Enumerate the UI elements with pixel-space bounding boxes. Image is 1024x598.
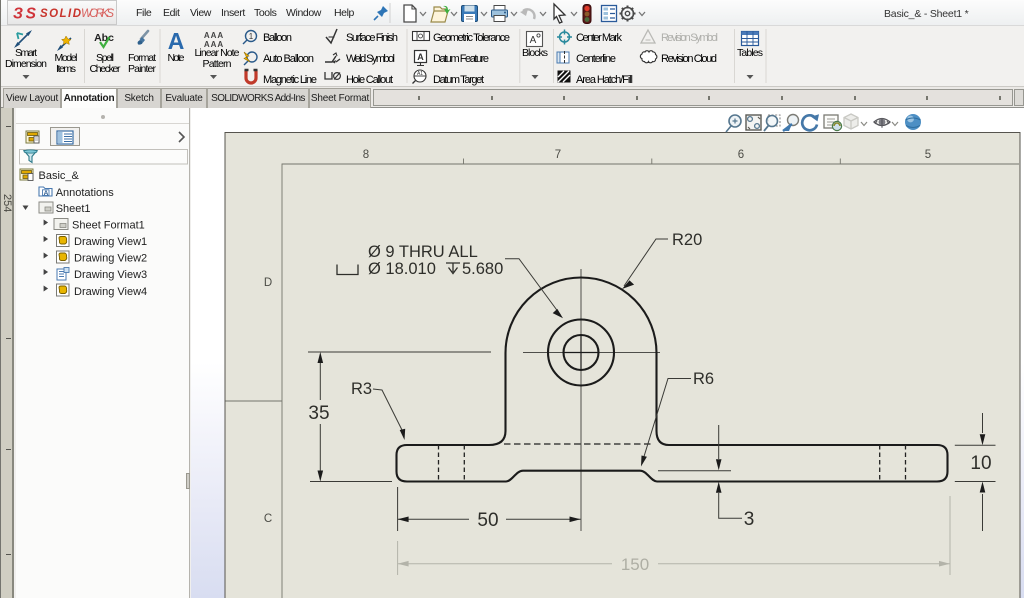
svg-text:ЗS: ЗS: [13, 6, 37, 23]
svg-text:Note: Note: [168, 52, 185, 64]
svg-text:A: A: [417, 52, 424, 62]
svg-text:Datum Target: Datum Target: [433, 74, 484, 86]
svg-text:A: A: [530, 35, 537, 46]
svg-text:Center Mark: Center Mark: [576, 32, 623, 44]
svg-text:Magnetic Line: Magnetic Line: [263, 74, 317, 86]
svg-text:D: D: [264, 277, 272, 289]
svg-text:Centerline: Centerline: [576, 53, 616, 65]
svg-text:3: 3: [744, 509, 755, 530]
svg-text:Drawing View4: Drawing View4: [74, 286, 147, 298]
svg-text:Drawing View2: Drawing View2: [74, 253, 147, 265]
svg-text:Sheet1: Sheet1: [56, 203, 91, 215]
svg-text:Revision Cloud: Revision Cloud: [661, 53, 717, 65]
svg-text:A: A: [44, 190, 49, 197]
svg-text:Auto Balloon: Auto Balloon: [263, 53, 314, 65]
svg-text:A: A: [168, 28, 185, 54]
svg-text:Sheet Format1: Sheet Format1: [72, 220, 145, 232]
svg-text:Revision Symbol: Revision Symbol: [661, 32, 718, 44]
svg-text:Drawing View1: Drawing View1: [74, 236, 147, 248]
svg-text:Abc: Abc: [94, 32, 114, 44]
svg-text:1: 1: [249, 32, 254, 41]
svg-text:Geometric Tolerance: Geometric Tolerance: [433, 32, 510, 44]
svg-text:C: C: [264, 513, 272, 525]
svg-text:A1: A1: [417, 71, 423, 77]
svg-text:35: 35: [308, 403, 329, 424]
svg-text:Dimension: Dimension: [5, 58, 47, 70]
svg-text:Hole Callout: Hole Callout: [346, 74, 393, 86]
svg-text:Weld Symbol: Weld Symbol: [346, 53, 395, 65]
svg-text:Pattern: Pattern: [203, 58, 232, 70]
svg-text:Basic_&: Basic_&: [39, 170, 80, 182]
svg-text:Surface Finish: Surface Finish: [346, 32, 398, 44]
svg-text:SOLID: SOLID: [40, 8, 81, 20]
svg-text:Balloon: Balloon: [263, 32, 292, 44]
svg-text:Area Hatch/Fill: Area Hatch/Fill: [576, 74, 633, 86]
svg-text:R6: R6: [693, 370, 714, 388]
svg-text:Ø 18.010: Ø 18.010: [368, 260, 436, 278]
svg-text:Datum Feature: Datum Feature: [433, 53, 489, 65]
svg-text:7: 7: [555, 149, 561, 161]
svg-text:WORKS: WORKS: [81, 8, 114, 20]
svg-text:AAA: AAA: [204, 31, 224, 40]
svg-text:10: 10: [970, 453, 991, 474]
svg-text:150: 150: [621, 555, 649, 574]
svg-text:R3: R3: [351, 380, 372, 398]
svg-text:50: 50: [477, 510, 498, 531]
svg-text:Checker: Checker: [90, 63, 122, 75]
svg-text:Tables: Tables: [737, 47, 763, 59]
svg-text:Painter: Painter: [128, 63, 157, 75]
svg-text:R20: R20: [672, 231, 702, 249]
svg-text:5: 5: [925, 149, 931, 161]
svg-text:Blocks: Blocks: [522, 47, 548, 59]
svg-text:Items: Items: [56, 63, 76, 75]
svg-text:Drawing View3: Drawing View3: [74, 269, 147, 281]
svg-text:5.680: 5.680: [462, 260, 503, 278]
svg-text:Ø 9 THRU ALL: Ø 9 THRU ALL: [368, 243, 478, 261]
svg-text:Annotations: Annotations: [56, 187, 115, 199]
svg-text:6: 6: [738, 149, 744, 161]
svg-text:8: 8: [363, 149, 369, 161]
